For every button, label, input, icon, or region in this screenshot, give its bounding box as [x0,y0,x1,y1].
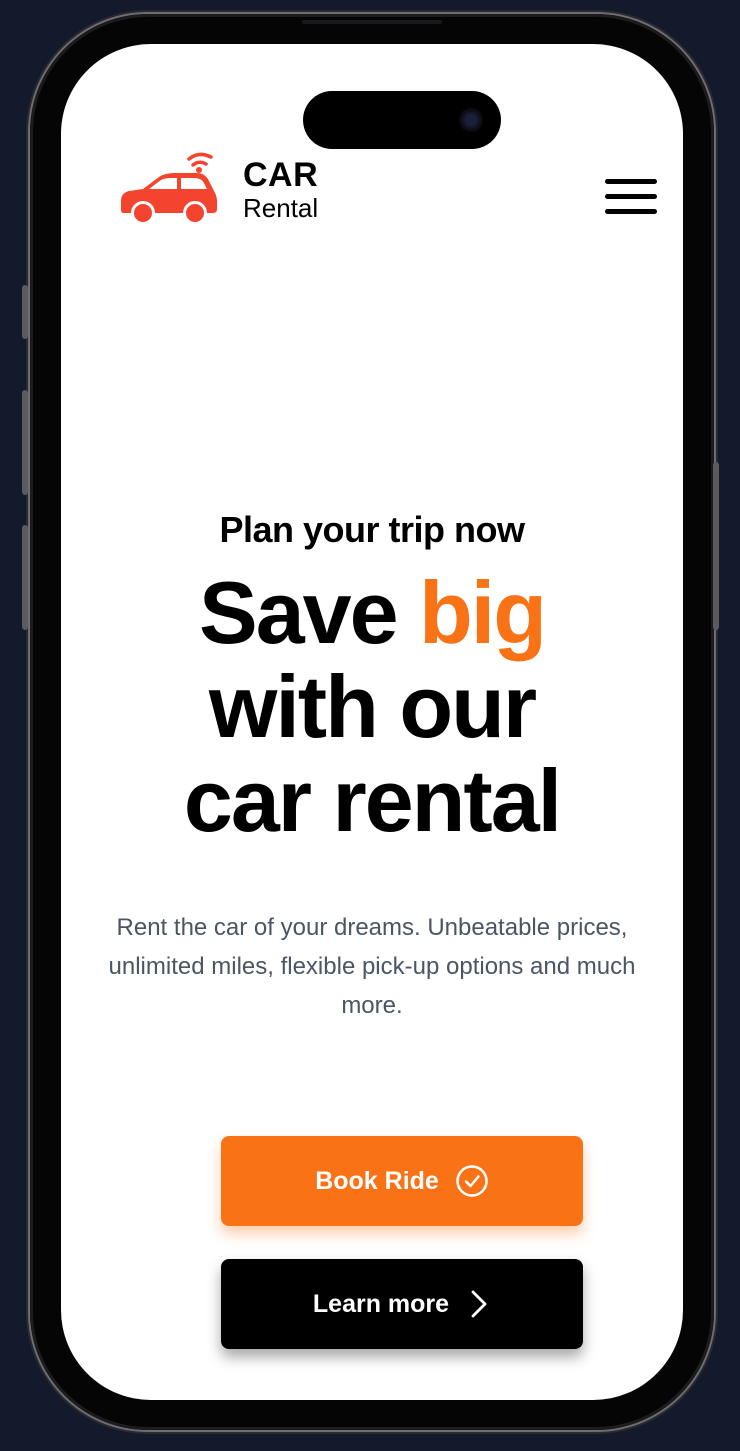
description-line2: unlimited miles, flexible pick-up option… [108,953,636,1019]
check-circle-icon [455,1164,489,1198]
volume-up-button [22,390,28,495]
brand-subtitle: Rental [243,193,319,223]
volume-down-button [22,525,28,630]
description-line1: Rent the car of your dreams. Unbeatable … [116,914,628,941]
learn-more-button[interactable]: Learn more [221,1259,583,1349]
book-ride-button[interactable]: Book Ride [221,1136,583,1226]
camera-icon [459,108,483,132]
phone-frame: CAR Rental Plan your trip now Save big w… [30,14,714,1430]
headline-accent: big [419,563,547,662]
learn-more-label: Learn more [312,1289,450,1318]
chevron-right-icon [465,1287,491,1321]
dynamic-island [303,91,501,149]
car-wifi-icon[interactable] [119,149,217,225]
action-button [22,285,28,339]
headline-part1: Save [199,563,419,662]
book-ride-label: Book Ride [315,1166,439,1195]
hero-section: Plan your trip now Save big with our car… [61,504,683,1025]
earpiece-line [302,20,442,24]
hero-eyebrow: Plan your trip now [219,509,525,550]
hero-description: Rent the car of your dreams. Unbeatable … [92,908,652,1025]
headline-line2: with our [208,657,537,756]
power-button [713,462,719,630]
hero-headline: Save big with our car rental [92,566,652,848]
brand-title: CAR [243,156,319,194]
screen: CAR Rental Plan your trip now Save big w… [61,44,683,1400]
hamburger-menu-icon[interactable] [605,179,657,219]
site-header: CAR Rental [119,149,657,239]
headline-line3: car rental [183,751,562,850]
brand-name[interactable]: CAR Rental [243,157,318,223]
